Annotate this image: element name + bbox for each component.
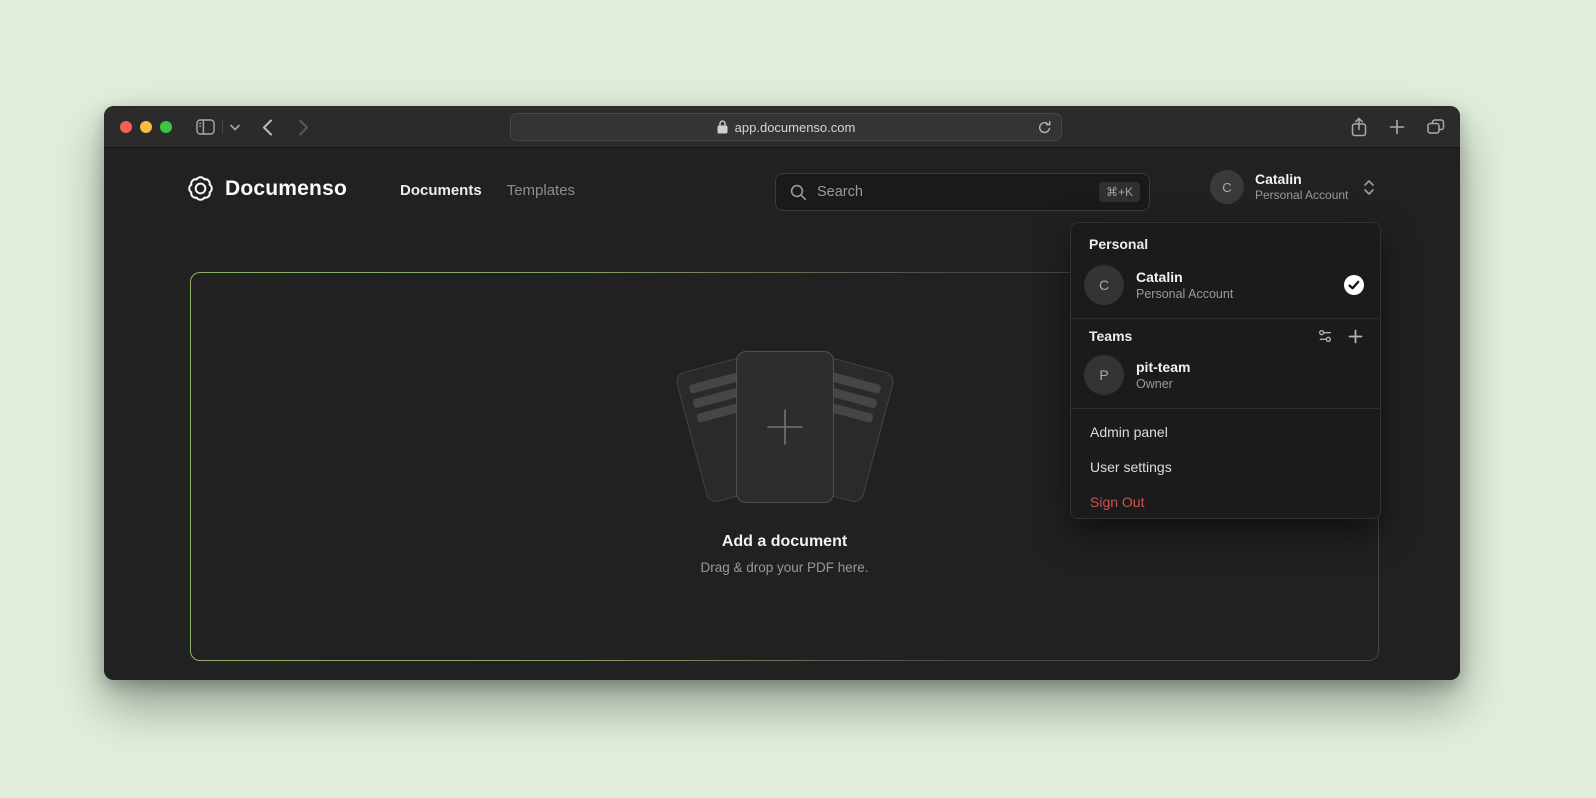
address-bar[interactable]: app.documenso.com xyxy=(510,113,1062,141)
search-input[interactable] xyxy=(817,184,1099,200)
account-subtitle: Personal Account xyxy=(1255,188,1348,203)
reload-icon[interactable] xyxy=(1037,120,1052,136)
check-circle-icon xyxy=(1344,275,1364,295)
sidebar-toggle-icon[interactable] xyxy=(196,119,215,135)
personal-avatar: C xyxy=(1084,265,1124,305)
documenso-app: Documenso Documents Templates ⌘+K C Cata… xyxy=(104,148,1460,680)
share-icon[interactable] xyxy=(1351,117,1367,137)
team-name: pit-team xyxy=(1136,358,1190,376)
teams-section-header: Teams xyxy=(1071,319,1380,349)
brand-name: Documenso xyxy=(225,177,347,201)
forward-button[interactable] xyxy=(298,119,309,136)
primary-nav: Documents Templates xyxy=(400,182,575,199)
personal-name: Catalin xyxy=(1136,268,1233,286)
personal-section-label: Personal xyxy=(1071,223,1380,259)
minimize-button[interactable] xyxy=(140,121,152,133)
menu-item-sign-out[interactable]: Sign Out xyxy=(1071,484,1380,519)
url-text: app.documenso.com xyxy=(735,120,856,135)
menu-item-team[interactable]: P pit-team Owner xyxy=(1071,349,1380,408)
toolbar-separator xyxy=(222,120,223,134)
create-team-icon[interactable] xyxy=(1348,329,1363,344)
document-card-center xyxy=(736,351,834,503)
browser-toolbar: app.documenso.com xyxy=(104,106,1460,148)
close-button[interactable] xyxy=(120,121,132,133)
dropzone-subtitle: Drag & drop your PDF here. xyxy=(700,560,868,575)
documenso-logo-icon xyxy=(187,175,214,202)
traffic-lights xyxy=(120,121,172,133)
teams-section-label: Teams xyxy=(1089,328,1317,344)
plus-icon xyxy=(764,406,806,448)
chevrons-up-down-icon xyxy=(1363,179,1375,196)
tab-overview-icon[interactable] xyxy=(1427,119,1445,135)
tab-group-chevron-icon[interactable] xyxy=(230,124,240,131)
account-avatar: C xyxy=(1210,170,1244,204)
document-stack-illustration xyxy=(670,351,900,503)
menu-item-user-settings[interactable]: User settings xyxy=(1071,449,1380,484)
personal-subtitle: Personal Account xyxy=(1136,286,1233,302)
search-shortcut-badge: ⌘+K xyxy=(1099,182,1140,202)
lock-icon xyxy=(717,120,728,134)
dropzone-title: Add a document xyxy=(722,533,847,551)
back-button[interactable] xyxy=(262,119,273,136)
account-menu: Personal C Catalin Personal Account Team… xyxy=(1070,222,1381,519)
manage-teams-icon[interactable] xyxy=(1317,328,1333,344)
menu-item-admin-panel[interactable]: Admin panel xyxy=(1071,414,1380,449)
nav-documents[interactable]: Documents xyxy=(400,182,482,199)
account-name: Catalin xyxy=(1255,171,1348,188)
team-avatar: P xyxy=(1084,355,1124,395)
account-switcher-button[interactable]: C Catalin Personal Account xyxy=(1210,170,1375,204)
team-role: Owner xyxy=(1136,376,1190,392)
search-bar[interactable]: ⌘+K xyxy=(775,173,1150,211)
new-tab-icon[interactable] xyxy=(1389,119,1405,135)
menu-item-personal-account[interactable]: C Catalin Personal Account xyxy=(1071,259,1380,318)
search-icon xyxy=(790,184,807,201)
nav-templates[interactable]: Templates xyxy=(507,182,575,199)
zoom-button[interactable] xyxy=(160,121,172,133)
brand[interactable]: Documenso xyxy=(187,175,347,202)
browser-window: app.documenso.com xyxy=(104,106,1460,680)
